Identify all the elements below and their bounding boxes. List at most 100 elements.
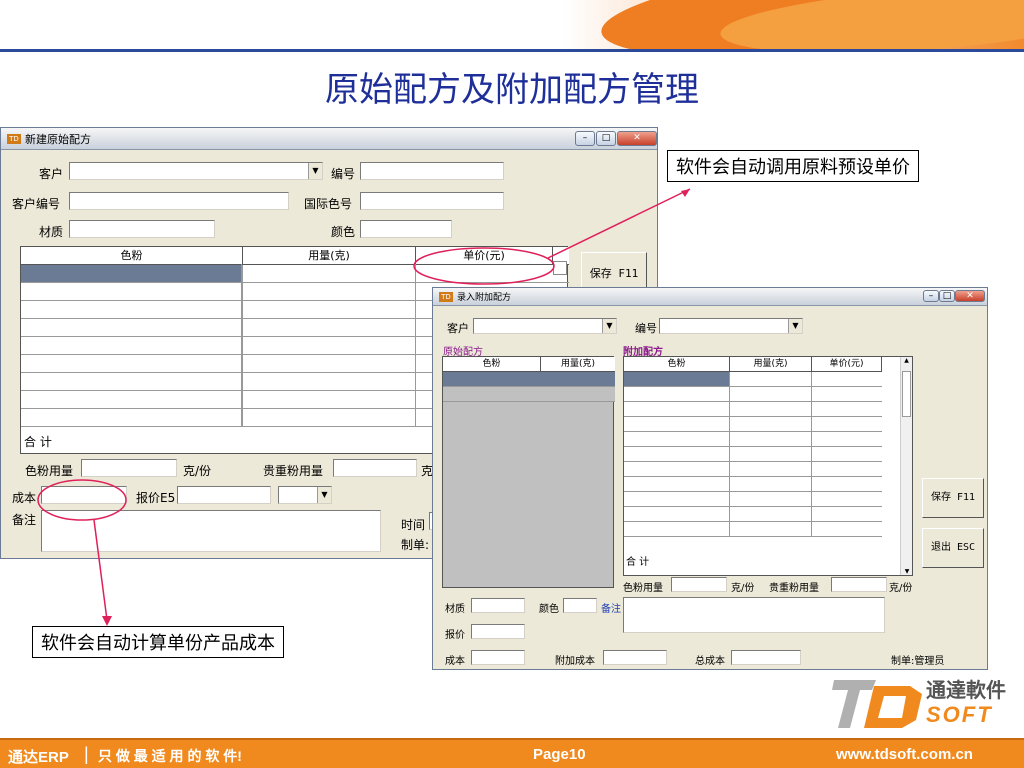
quote-currency-combo[interactable]: ▼ (278, 486, 332, 504)
exit-button[interactable]: 退出 ESC (922, 528, 984, 568)
grid-header: 色粉 用量(克) 单价(元) (624, 357, 882, 372)
remark-label: 备注 (601, 604, 621, 615)
chevron-down-icon[interactable]: ▼ (901, 568, 913, 575)
col-header: 用量(克) (560, 359, 596, 369)
number-input[interactable] (360, 162, 504, 180)
number-combo[interactable]: ▼ (659, 318, 803, 334)
scroll-thumb[interactable] (902, 371, 911, 417)
table-row[interactable] (624, 522, 882, 537)
window-title: 录入附加配方 (457, 293, 512, 303)
table-row[interactable] (624, 417, 882, 432)
col-header: 单价(元) (812, 357, 882, 371)
table-row[interactable] (624, 447, 882, 462)
original-formula-grid[interactable]: 色粉 用量(克) (442, 356, 615, 588)
table-row[interactable] (443, 372, 615, 387)
vertical-scrollbar[interactable]: ▲ ▼ (900, 357, 912, 575)
minimize-button[interactable]: – (575, 131, 595, 146)
maximize-button[interactable]: □ (939, 290, 955, 302)
time-label: 时间 (401, 518, 426, 532)
top-banner (0, 0, 1024, 50)
app-logo-icon: TD (439, 291, 453, 302)
extra-cost-input[interactable] (603, 650, 667, 665)
scroll-thumb[interactable] (553, 261, 567, 275)
remark-textarea[interactable] (623, 597, 885, 633)
window-title: 新建原始配方 (25, 132, 91, 146)
window-titlebar: TD 新建原始配方 (1, 128, 657, 150)
table-row[interactable] (624, 372, 882, 387)
grid-header: 色粉 用量(克) (443, 357, 615, 372)
quote-input[interactable] (471, 624, 525, 639)
maximize-button[interactable]: □ (596, 131, 616, 146)
table-row[interactable] (443, 387, 615, 402)
chevron-down-icon[interactable]: ▼ (788, 319, 802, 333)
minimize-button[interactable]: – (923, 290, 939, 302)
col-header: 单价(元) (416, 247, 553, 264)
powder-usage-input[interactable] (81, 459, 177, 477)
app-logo-icon: TD (7, 133, 21, 144)
close-button[interactable]: ✕ (617, 131, 657, 146)
color-input[interactable] (360, 220, 452, 238)
total-cost-input[interactable] (731, 650, 801, 665)
powder-usage-input[interactable] (671, 577, 727, 592)
cost-input[interactable] (41, 486, 127, 504)
chevron-down-icon[interactable]: ▼ (317, 487, 331, 503)
color-input[interactable] (563, 598, 597, 613)
footer-slogan: 只 做 最 适 用 的 软 件! (98, 748, 242, 764)
additional-formula-grid[interactable]: 色粉 用量(克) 单价(元) 合 计 ▲ ▼ (623, 356, 913, 576)
logo-en-text: SOFT (926, 702, 993, 727)
window-titlebar: TD 录入附加配方 (433, 288, 987, 306)
selected-cell[interactable] (624, 372, 730, 386)
customer-no-input[interactable] (69, 192, 289, 210)
quote-label: 报价E5 (136, 491, 176, 505)
precious-usage-input[interactable] (333, 459, 417, 477)
maker-label: 制单:管理员 (891, 656, 945, 667)
slide-title: 原始配方及附加配方管理 (325, 70, 699, 110)
intl-color-input[interactable] (360, 192, 504, 210)
customer-combo[interactable]: ▼ (69, 162, 323, 180)
remark-textarea[interactable] (41, 510, 381, 552)
cost-input[interactable] (471, 650, 525, 665)
intl-color-label: 国际色号 (304, 197, 353, 211)
table-row[interactable] (21, 265, 569, 283)
precious-usage-input[interactable] (831, 577, 887, 592)
chevron-down-icon[interactable]: ▼ (602, 319, 616, 333)
selected-cell[interactable] (21, 265, 243, 282)
callout-top: 软件会自动调用原料预设单价 (667, 150, 919, 182)
quote-input[interactable] (177, 486, 271, 504)
footer-url[interactable]: www.tdsoft.com.cn (836, 746, 973, 763)
additional-formula-window: TD 录入附加配方 – □ ✕ 客户 ▼ 编号 ▼ 原始配方 附加配方 色粉 用… (432, 287, 988, 670)
extra-cost-label: 附加成本 (555, 656, 595, 667)
chevron-up-icon[interactable]: ▲ (901, 357, 912, 364)
table-row[interactable] (624, 477, 882, 492)
powder-usage-label: 色粉用量 (25, 464, 74, 478)
footer-bar: 通达ERP | 只 做 最 适 用 的 软 件! Page10 www.tdso… (0, 738, 1024, 768)
close-button[interactable]: ✕ (955, 290, 985, 302)
callout-bottom: 软件会自动计算单份产品成本 (32, 626, 284, 658)
table-row[interactable] (624, 432, 882, 447)
customer-label: 客户 (447, 322, 469, 335)
customer-combo[interactable]: ▼ (473, 318, 617, 334)
table-row[interactable] (624, 462, 882, 477)
logo-cn-text: 通達軟件 (926, 678, 1006, 702)
customer-no-label: 客户编号 (12, 197, 61, 211)
arrowhead-top (681, 189, 690, 197)
table-row[interactable] (624, 492, 882, 507)
total-label: 合 计 (626, 557, 650, 568)
grid-header: 色粉 用量(克) 单价(元) (21, 247, 569, 265)
total-cost-label: 总成本 (695, 656, 725, 667)
table-row[interactable] (624, 402, 882, 417)
material-input[interactable] (69, 220, 215, 238)
page-number: Page10 (533, 746, 586, 763)
table-row[interactable] (624, 387, 882, 402)
col-header: 色粉 (443, 357, 541, 371)
table-row[interactable] (624, 507, 882, 522)
cost-label: 成本 (12, 491, 37, 505)
unit-label: 克/份 (731, 583, 755, 594)
save-button[interactable]: 保存 F11 (922, 478, 984, 518)
col-divider (241, 264, 242, 426)
material-input[interactable] (471, 598, 525, 613)
cost-label: 成本 (445, 656, 465, 667)
footer-brand: 通达ERP (8, 749, 69, 766)
chevron-down-icon[interactable]: ▼ (308, 163, 322, 179)
col-header: 用量(克) (730, 357, 812, 371)
